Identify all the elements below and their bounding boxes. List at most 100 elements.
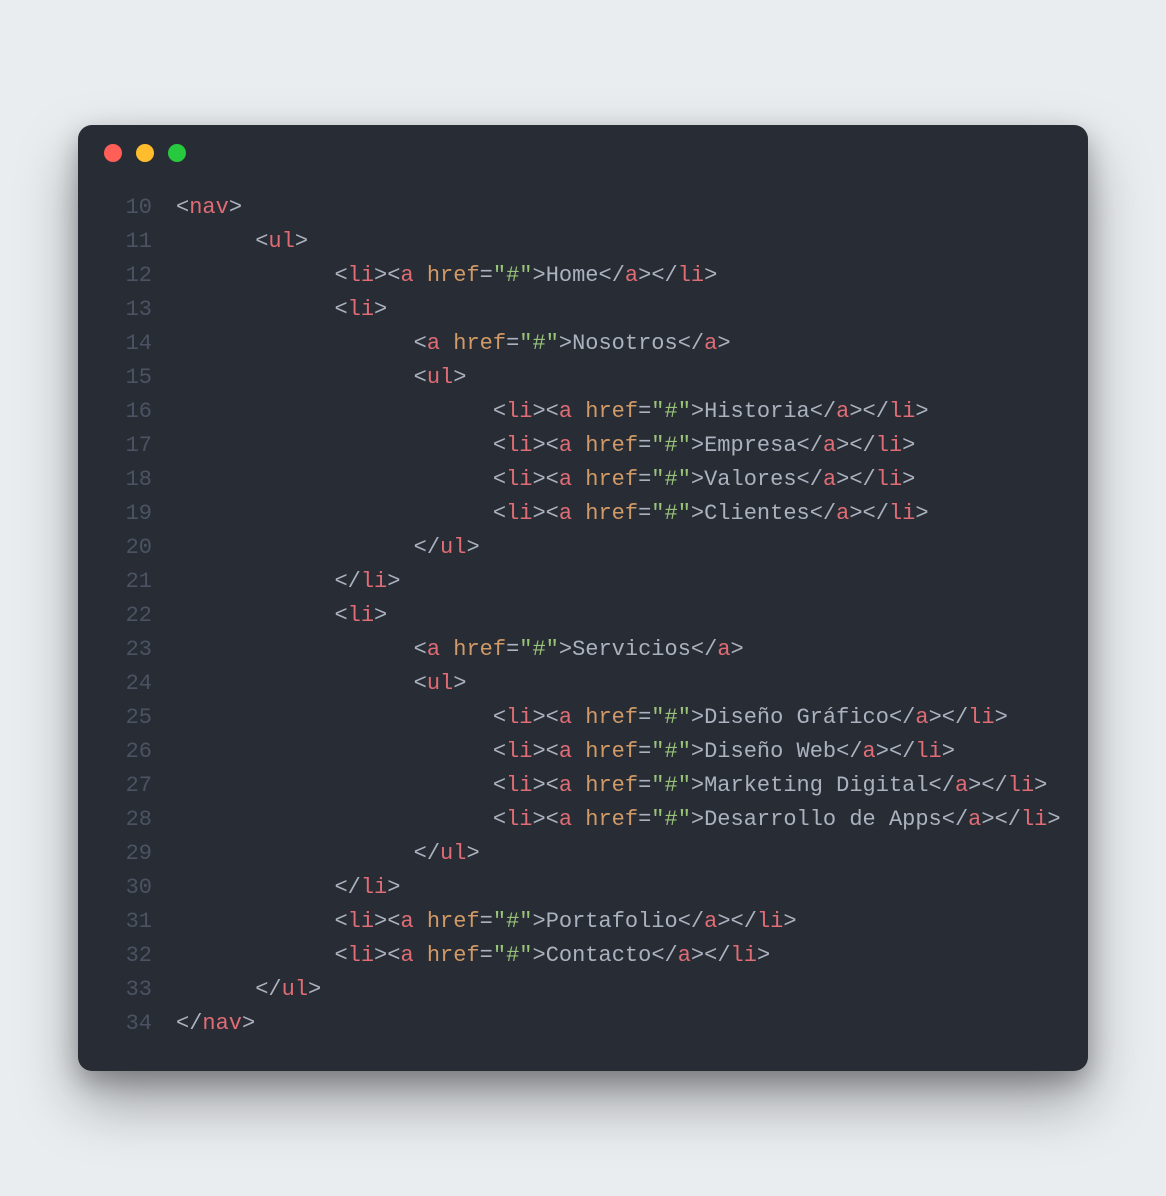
token-p: </ bbox=[334, 875, 360, 900]
token-p bbox=[572, 433, 585, 458]
token-tg: ul bbox=[440, 841, 466, 866]
token-p: > bbox=[691, 943, 704, 968]
token-tg: li bbox=[506, 399, 532, 424]
token-p: </ bbox=[981, 773, 1007, 798]
token-p: > bbox=[915, 399, 928, 424]
token-p: > bbox=[466, 841, 479, 866]
code-block: 10<nav>11 <ul>12 <li><a href="#">Home</a… bbox=[78, 181, 1088, 1041]
token-p: > bbox=[532, 909, 545, 934]
token-tg: a bbox=[400, 909, 413, 934]
token-tx: Diseño Gráfico bbox=[704, 705, 889, 730]
token-p bbox=[572, 807, 585, 832]
line-content: </li> bbox=[176, 565, 1062, 599]
token-tg: li bbox=[506, 501, 532, 526]
token-p: > bbox=[229, 195, 242, 220]
code-line: 18 <li><a href="#">Valores</a></li> bbox=[104, 463, 1062, 497]
code-line: 20 </ul> bbox=[104, 531, 1062, 565]
line-content: <li><a href="#">Desarrollo de Apps</a></… bbox=[176, 803, 1062, 837]
token-p: > bbox=[876, 739, 889, 764]
token-tg: li bbox=[1021, 807, 1047, 832]
line-number: 15 bbox=[104, 361, 176, 395]
line-content: <a href="#">Servicios</a> bbox=[176, 633, 1062, 667]
token-st: "#" bbox=[651, 807, 691, 832]
token-p: > bbox=[466, 535, 479, 560]
token-p: </ bbox=[797, 433, 823, 458]
line-number: 19 bbox=[104, 497, 176, 531]
token-tx: Nosotros bbox=[572, 331, 678, 356]
token-p: </ bbox=[942, 705, 968, 730]
token-at: href bbox=[427, 909, 480, 934]
token-p: > bbox=[691, 773, 704, 798]
code-line: 32 <li><a href="#">Contacto</a></li> bbox=[104, 939, 1062, 973]
token-tg: a bbox=[559, 705, 572, 730]
line-number: 20 bbox=[104, 531, 176, 565]
token-p: </ bbox=[849, 433, 875, 458]
token-st: "#" bbox=[651, 433, 691, 458]
token-p: < bbox=[387, 263, 400, 288]
code-line: 19 <li><a href="#">Clientes</a></li> bbox=[104, 497, 1062, 531]
line-content: <nav> bbox=[176, 191, 1062, 225]
token-p bbox=[440, 331, 453, 356]
token-p: > bbox=[532, 773, 545, 798]
token-p bbox=[572, 705, 585, 730]
token-p: </ bbox=[599, 263, 625, 288]
token-p: > bbox=[915, 501, 928, 526]
token-p: </ bbox=[678, 909, 704, 934]
token-p: < bbox=[414, 637, 427, 662]
token-tg: a bbox=[400, 943, 413, 968]
token-p: > bbox=[849, 501, 862, 526]
token-tg: li bbox=[876, 467, 902, 492]
token-p: > bbox=[638, 263, 651, 288]
token-p: > bbox=[995, 705, 1008, 730]
token-p: > bbox=[387, 569, 400, 594]
token-p: </ bbox=[995, 807, 1021, 832]
line-number: 23 bbox=[104, 633, 176, 667]
token-p: > bbox=[374, 943, 387, 968]
token-tg: a bbox=[823, 433, 836, 458]
token-p: < bbox=[546, 739, 559, 764]
line-content: <a href="#">Nosotros</a> bbox=[176, 327, 1062, 361]
stage: 10<nav>11 <ul>12 <li><a href="#">Home</a… bbox=[0, 0, 1166, 1196]
token-tg: a bbox=[559, 807, 572, 832]
token-p: > bbox=[532, 433, 545, 458]
close-icon[interactable] bbox=[104, 144, 122, 162]
token-p: < bbox=[334, 603, 347, 628]
token-p bbox=[572, 773, 585, 798]
code-line: 34</nav> bbox=[104, 1007, 1062, 1041]
token-p: </ bbox=[810, 399, 836, 424]
minimize-icon[interactable] bbox=[136, 144, 154, 162]
token-p: = bbox=[638, 807, 651, 832]
token-tg: li bbox=[506, 739, 532, 764]
token-tg: a bbox=[836, 501, 849, 526]
line-content: <li><a href="#">Historia</a></li> bbox=[176, 395, 1062, 429]
line-number: 27 bbox=[104, 769, 176, 803]
code-line: 10<nav> bbox=[104, 191, 1062, 225]
line-content: <li><a href="#">Marketing Digital</a></l… bbox=[176, 769, 1062, 803]
line-content: </ul> bbox=[176, 531, 1062, 565]
token-p: < bbox=[387, 943, 400, 968]
token-p: </ bbox=[704, 943, 730, 968]
line-number: 16 bbox=[104, 395, 176, 429]
token-p: = bbox=[480, 909, 493, 934]
code-line: 30 </li> bbox=[104, 871, 1062, 905]
token-st: "#" bbox=[651, 705, 691, 730]
token-tg: li bbox=[348, 943, 374, 968]
line-number: 21 bbox=[104, 565, 176, 599]
line-content: <li><a href="#">Empresa</a></li> bbox=[176, 429, 1062, 463]
token-p: > bbox=[453, 365, 466, 390]
token-p: > bbox=[532, 807, 545, 832]
token-p: > bbox=[295, 229, 308, 254]
zoom-icon[interactable] bbox=[168, 144, 186, 162]
token-p: = bbox=[638, 705, 651, 730]
token-p: </ bbox=[863, 399, 889, 424]
line-content: </ul> bbox=[176, 837, 1062, 871]
code-line: 21 </li> bbox=[104, 565, 1062, 599]
token-tg: a bbox=[968, 807, 981, 832]
token-tg: ul bbox=[427, 671, 453, 696]
token-p: </ bbox=[678, 331, 704, 356]
token-p: = bbox=[480, 263, 493, 288]
token-st: "#" bbox=[651, 739, 691, 764]
token-p: < bbox=[176, 195, 189, 220]
token-p: < bbox=[546, 501, 559, 526]
token-tg: a bbox=[625, 263, 638, 288]
